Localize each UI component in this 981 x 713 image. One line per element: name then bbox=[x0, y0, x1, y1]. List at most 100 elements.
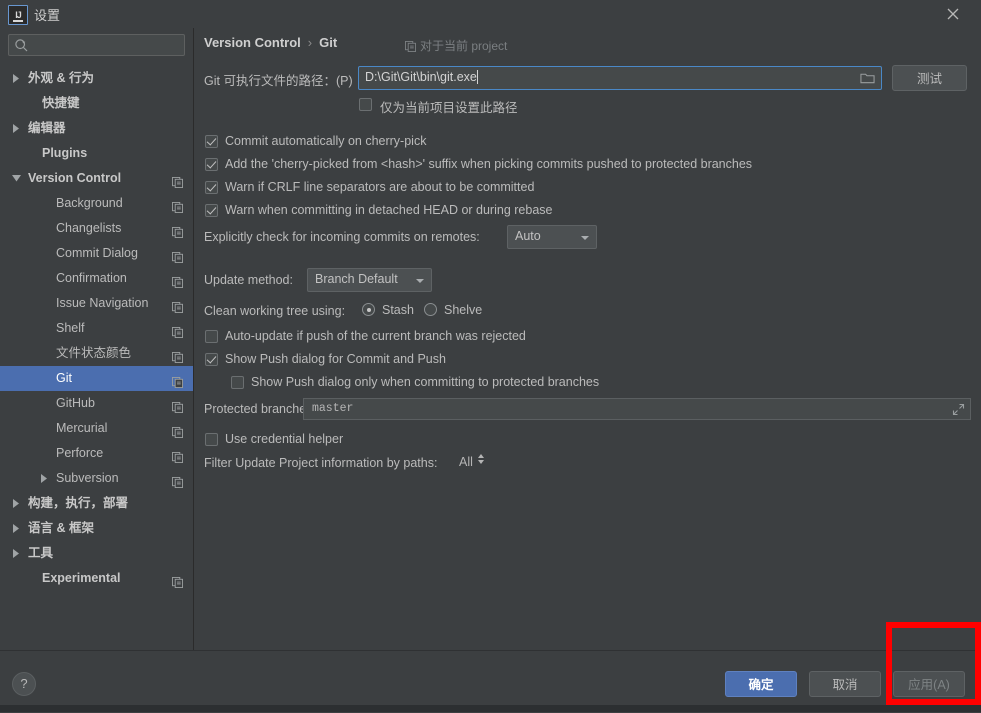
search-icon bbox=[14, 38, 30, 57]
sidebar-item-label: Commit Dialog bbox=[56, 246, 138, 260]
sidebar-item-label: Git bbox=[56, 371, 72, 385]
filter-paths-value: All bbox=[459, 455, 473, 469]
copy-icon bbox=[405, 41, 416, 55]
sidebar-item-background[interactable]: Background bbox=[0, 191, 193, 216]
project-only-label: 仅为当前项目设置此路径 bbox=[380, 101, 518, 115]
sidebar-item-label: Plugins bbox=[42, 146, 88, 160]
git-path-label: Git 可执行文件的路径：(P) bbox=[204, 74, 353, 88]
incoming-commits-dropdown[interactable]: Auto bbox=[507, 225, 597, 249]
incoming-commits-value: Auto bbox=[515, 229, 541, 243]
credential-helper-checkbox[interactable] bbox=[205, 433, 218, 446]
scope-label: 对于当前 project bbox=[405, 37, 507, 55]
sidebar-item-[interactable]: 编辑器 bbox=[0, 116, 193, 141]
sidebar-item-label: 快捷键 bbox=[42, 96, 80, 110]
cancel-button[interactable]: 取消 bbox=[809, 671, 881, 697]
sidebar-item-git[interactable]: Git bbox=[0, 366, 193, 391]
git-option-checkbox[interactable] bbox=[205, 204, 218, 217]
chevron-right-icon[interactable] bbox=[40, 466, 50, 491]
sidebar-item-[interactable]: 语言 & 框架 bbox=[0, 516, 193, 541]
sidebar-item-version-control[interactable]: Version Control bbox=[0, 166, 193, 191]
sidebar-item-shelf[interactable]: Shelf bbox=[0, 316, 193, 341]
chevron-down-icon bbox=[581, 236, 589, 240]
protected-branches-label: Protected branches: bbox=[204, 402, 316, 416]
sidebar-item-label: 工具 bbox=[28, 546, 54, 560]
git-option-label: Warn when committing in detached HEAD or… bbox=[225, 203, 553, 217]
update-method-value: Branch Default bbox=[315, 272, 398, 286]
sidebar-item-label: 文件状态颜色 bbox=[56, 346, 132, 360]
sidebar-item-[interactable]: 构建，执行，部署 bbox=[0, 491, 193, 516]
stash-radio[interactable] bbox=[362, 303, 375, 316]
git-option-checkbox[interactable] bbox=[205, 181, 218, 194]
sidebar-item-changelists[interactable]: Changelists bbox=[0, 216, 193, 241]
expand-icon[interactable] bbox=[952, 403, 965, 419]
sidebar-item-subversion[interactable]: Subversion bbox=[0, 466, 193, 491]
sidebar-item-label: Issue Navigation bbox=[56, 296, 149, 310]
breadcrumb-parent[interactable]: Version Control bbox=[204, 35, 301, 50]
breadcrumb: Version Control › Git bbox=[204, 35, 337, 50]
sidebar-item-label: Shelf bbox=[56, 321, 85, 335]
search-box[interactable] bbox=[8, 34, 185, 57]
sidebar-item-experimental[interactable]: Experimental bbox=[0, 566, 193, 591]
ok-button[interactable]: 确定 bbox=[725, 671, 797, 697]
sidebar-item-commit-dialog[interactable]: Commit Dialog bbox=[0, 241, 193, 266]
sidebar-item-confirmation[interactable]: Confirmation bbox=[0, 266, 193, 291]
protected-branches-value: master bbox=[312, 402, 354, 415]
git-path-value: D:\Git\Git\bin\git.exe bbox=[365, 70, 478, 84]
breadcrumb-separator: › bbox=[307, 35, 313, 50]
filter-paths-selector[interactable]: All bbox=[459, 454, 485, 469]
chevron-right-icon[interactable] bbox=[12, 516, 22, 541]
folder-icon[interactable] bbox=[860, 71, 875, 88]
sidebar-item-label: 编辑器 bbox=[28, 121, 66, 135]
chevron-right-icon[interactable] bbox=[12, 491, 22, 516]
sidebar-item-label: Subversion bbox=[56, 471, 119, 485]
update-method-label: Update method: bbox=[204, 273, 293, 287]
git-option-checkbox[interactable] bbox=[205, 135, 218, 148]
sidebar-item-[interactable]: 外观 & 行为 bbox=[0, 66, 193, 91]
shelve-radio[interactable] bbox=[424, 303, 437, 316]
chevron-right-icon[interactable] bbox=[12, 116, 22, 141]
sidebar-item-[interactable]: 工具 bbox=[0, 541, 193, 566]
shelve-label: Shelve bbox=[444, 303, 483, 317]
sidebar-item-label: Experimental bbox=[42, 571, 121, 585]
git-path-input[interactable]: D:\Git\Git\bin\git.exe bbox=[358, 66, 882, 90]
project-only-checkbox[interactable] bbox=[359, 98, 372, 111]
sidebar-item-plugins[interactable]: Plugins bbox=[0, 141, 193, 166]
auto-update-label: Auto-update if push of the current branc… bbox=[225, 329, 526, 343]
git-option-checkbox[interactable] bbox=[205, 158, 218, 171]
protected-branches-input[interactable]: master bbox=[303, 398, 971, 420]
show-push-dialog-checkbox[interactable] bbox=[205, 353, 218, 366]
sidebar-item-mercurial[interactable]: Mercurial bbox=[0, 416, 193, 441]
sidebar-item-[interactable]: 文件状态颜色 bbox=[0, 341, 193, 366]
sidebar-item-perforce[interactable]: Perforce bbox=[0, 441, 193, 466]
apply-button[interactable]: 应用(A) bbox=[893, 671, 965, 697]
stash-label: Stash bbox=[382, 303, 414, 317]
copy-icon bbox=[172, 572, 183, 597]
chevron-down-icon[interactable] bbox=[12, 166, 22, 191]
help-button[interactable]: ? bbox=[12, 672, 36, 696]
update-method-dropdown[interactable]: Branch Default bbox=[307, 268, 432, 292]
sidebar-item-github[interactable]: GitHub bbox=[0, 391, 193, 416]
show-push-protected-checkbox[interactable] bbox=[231, 376, 244, 389]
sidebar-item-label: Mercurial bbox=[56, 421, 108, 435]
sidebar-item-label: 语言 & 框架 bbox=[28, 521, 94, 535]
sidebar-item-label: Changelists bbox=[56, 221, 122, 235]
test-button[interactable]: 测试 bbox=[892, 65, 967, 91]
auto-update-checkbox[interactable] bbox=[205, 330, 218, 343]
sidebar-item-label: 构建，执行，部署 bbox=[28, 496, 129, 510]
window-title: 设置 bbox=[34, 8, 61, 23]
sidebar-item-[interactable]: 快捷键 bbox=[0, 91, 193, 116]
close-icon[interactable] bbox=[933, 0, 973, 28]
title-bar: IJ 设置 bbox=[0, 0, 981, 28]
chevron-right-icon[interactable] bbox=[12, 66, 22, 91]
spinner-icon bbox=[477, 453, 485, 468]
chevron-down-icon bbox=[416, 279, 424, 283]
sidebar-item-label: Confirmation bbox=[56, 271, 127, 285]
sidebar-item-issue-navigation[interactable]: Issue Navigation bbox=[0, 291, 193, 316]
show-push-dialog-label: Show Push dialog for Commit and Push bbox=[225, 352, 446, 366]
git-option-label: Add the 'cherry-picked from <hash>' suff… bbox=[225, 157, 753, 171]
search-input[interactable] bbox=[35, 35, 184, 57]
sidebar-item-label: Version Control bbox=[28, 171, 122, 185]
chevron-right-icon[interactable] bbox=[12, 541, 22, 566]
credential-helper-label: Use credential helper bbox=[225, 432, 344, 446]
settings-dialog: IJ 设置 外观 & 行为快捷键编辑器 Plugins Version Contro… bbox=[0, 0, 981, 713]
